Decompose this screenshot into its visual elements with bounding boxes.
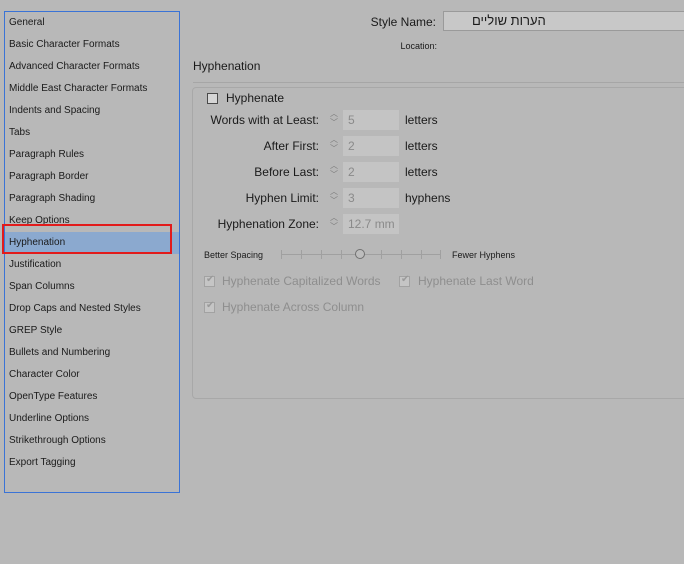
stepper-down-icon[interactable]: ﹀ (327, 119, 341, 128)
slider-tick (401, 250, 402, 259)
hyphenation-zone-label: Hyphenation Zone: (217, 217, 319, 231)
hyphenation-panel (192, 87, 684, 399)
hyphenate-across-column-checkbox[interactable]: ✔ (204, 300, 215, 313)
slider-tick (421, 250, 422, 259)
sidebar-item-hyphenation[interactable]: Hyphenation (5, 232, 179, 254)
sidebar-item-indents-and-spacing[interactable]: Indents and Spacing (5, 100, 179, 122)
sidebar-item-advanced-character-formats[interactable]: Advanced Character Formats (5, 56, 179, 78)
sidebar-item-underline-options[interactable]: Underline Options (5, 408, 179, 430)
stepper-down-icon[interactable]: ﹀ (327, 197, 341, 206)
slider-tick (440, 250, 441, 259)
hyphen-limit-label: Hyphen Limit: (245, 191, 319, 205)
stepper-down-icon[interactable]: ﹀ (327, 145, 341, 154)
before-last-stepper[interactable]: ︿ ﹀ (327, 162, 341, 182)
words-with-at-least-stepper[interactable]: ︿ ﹀ (327, 110, 341, 130)
stepper-down-icon[interactable]: ﹀ (327, 223, 341, 232)
sidebar-item-tabs[interactable]: Tabs (5, 122, 179, 144)
after-first-stepper[interactable]: ︿ ﹀ (327, 136, 341, 156)
stepper-down-icon[interactable]: ﹀ (327, 171, 341, 180)
location-label: Location: (400, 41, 437, 51)
slider-tick (281, 250, 282, 259)
words-with-at-least-input[interactable]: 5 (343, 110, 399, 130)
style-name-value: הערות שוליים (472, 13, 546, 28)
sidebar-item-strikethrough-options[interactable]: Strikethrough Options (5, 430, 179, 452)
sidebar-item-paragraph-border[interactable]: Paragraph Border (5, 166, 179, 188)
sidebar-item-basic-character-formats[interactable]: Basic Character Formats (5, 34, 179, 56)
sidebar-item-bullets-and-numbering[interactable]: Bullets and Numbering (5, 342, 179, 364)
slider-tick (321, 250, 322, 259)
before-last-label: Before Last: (254, 165, 319, 179)
hyphenation-zone-input[interactable]: 12.7 mm (343, 214, 399, 234)
hyphenate-last-word-checkbox[interactable]: ✔ (399, 274, 410, 287)
words-with-at-least-unit: letters (405, 113, 438, 127)
spacing-slider-thumb[interactable] (355, 249, 365, 259)
hyphenate-checkbox[interactable] (207, 93, 218, 104)
checkmark-icon: ✔ (401, 274, 410, 285)
hyphen-limit-unit: hyphens (405, 191, 451, 205)
slider-left-label: Better Spacing (204, 250, 264, 260)
words-with-at-least-label: Words with at Least: (210, 113, 320, 127)
style-name-label: Style Name: (370, 15, 436, 29)
sidebar-item-justification[interactable]: Justification (5, 254, 179, 276)
sidebar-item-drop-caps-and-nested-styles[interactable]: Drop Caps and Nested Styles (5, 298, 179, 320)
hyphenate-last-word-label: Hyphenate Last Word (418, 274, 534, 288)
slider-right-label: Fewer Hyphens (452, 250, 516, 260)
hyphen-limit-stepper[interactable]: ︿ ﹀ (327, 188, 341, 208)
after-first-unit: letters (405, 139, 438, 153)
hyphenate-capitalized-words-label: Hyphenate Capitalized Words (222, 274, 381, 288)
hyphenate-label: Hyphenate (226, 91, 285, 105)
hyphenate-across-column-label: Hyphenate Across Column (222, 300, 365, 314)
style-name-field[interactable]: הערות שוליים (443, 11, 684, 31)
sidebar-item-opentype-features[interactable]: OpenType Features (5, 386, 179, 408)
slider-tick (381, 250, 382, 259)
section-divider (193, 82, 684, 83)
sidebar-list: General Basic Character Formats Advanced… (4, 11, 180, 493)
sidebar-item-character-color[interactable]: Character Color (5, 364, 179, 386)
after-first-input[interactable]: 2 (343, 136, 399, 156)
sidebar-item-paragraph-rules[interactable]: Paragraph Rules (5, 144, 179, 166)
checkmark-icon: ✔ (206, 300, 215, 311)
before-last-input[interactable]: 2 (343, 162, 399, 182)
hyphenate-capitalized-words-checkbox[interactable]: ✔ (204, 274, 215, 287)
sidebar-item-general[interactable]: General (5, 12, 179, 34)
sidebar-item-keep-options[interactable]: Keep Options (5, 210, 179, 232)
slider-tick (301, 250, 302, 259)
checkmark-icon: ✔ (206, 274, 215, 285)
sidebar-item-grep-style[interactable]: GREP Style (5, 320, 179, 342)
sidebar-item-paragraph-shading[interactable]: Paragraph Shading (5, 188, 179, 210)
slider-tick (341, 250, 342, 259)
after-first-label: After First: (263, 139, 319, 153)
hyphen-limit-input[interactable]: 3 (343, 188, 399, 208)
before-last-unit: letters (405, 165, 438, 179)
sidebar-item-span-columns[interactable]: Span Columns (5, 276, 179, 298)
hyphenation-zone-stepper[interactable]: ︿ ﹀ (327, 214, 341, 234)
sidebar-item-middle-east-character-formats[interactable]: Middle East Character Formats (5, 78, 179, 100)
sidebar-item-export-tagging[interactable]: Export Tagging (5, 452, 179, 474)
section-title: Hyphenation (193, 59, 261, 73)
